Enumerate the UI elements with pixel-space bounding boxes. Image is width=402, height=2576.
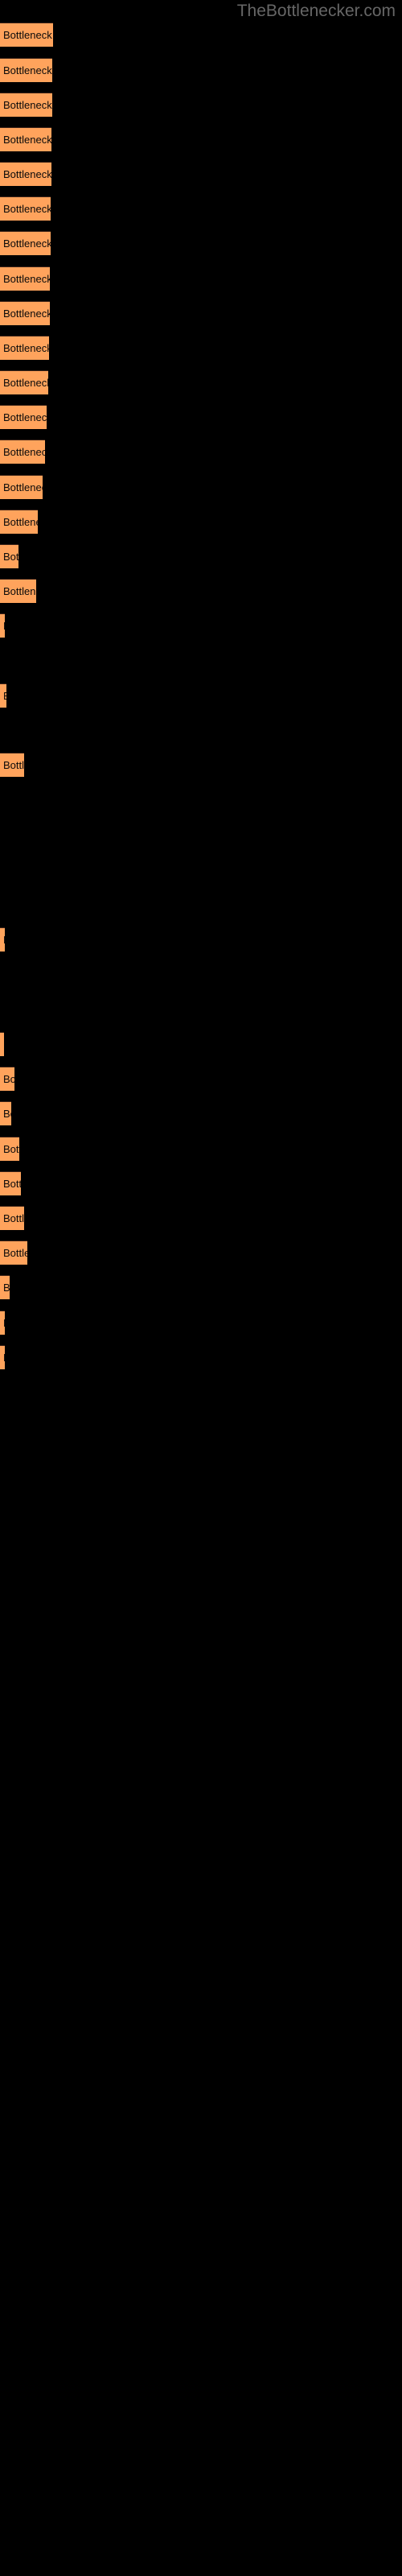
bar-label: Bottleneck result: [3, 585, 36, 597]
bar-12[interactable]: Bottleneck result: [0, 405, 47, 429]
bar-19[interactable]: Bottleneck result: [0, 683, 6, 708]
bar-5[interactable]: Bottleneck result: [0, 162, 51, 186]
bar-label: Bottleneck result: [3, 688, 6, 704]
bar-label: Bottleneck result: [3, 1143, 19, 1155]
bar-label: Bottleneck result: [3, 64, 52, 76]
bar-label: Bottleneck result: [3, 1282, 10, 1294]
bar-10[interactable]: Bottleneck result: [0, 336, 49, 360]
bar-label: Bottleneck result: [3, 273, 50, 285]
chart-page: TheBottlenecker.com Bottleneck resultBot…: [0, 0, 402, 2576]
bar-29[interactable]: Bottleneck result: [0, 1275, 10, 1299]
bar-label: Bottleneck result: [3, 203, 51, 215]
bar-3[interactable]: Bottleneck result: [0, 93, 52, 117]
bar-label: Bottleneck result: [3, 759, 24, 771]
bar-label: Bottleneck result: [3, 446, 45, 458]
bar-label: Bottleneck result: [3, 1350, 5, 1365]
bar-31[interactable]: Bottleneck result: [0, 1345, 5, 1369]
bar-11[interactable]: Bottleneck result: [0, 370, 48, 394]
bar-label: Bottleneck result: [3, 1315, 5, 1331]
bar-15[interactable]: Bottleneck result: [0, 510, 38, 534]
bar-label: Bottleneck result: [3, 377, 48, 389]
bar-13[interactable]: Bottleneck result: [0, 440, 45, 464]
bar-6[interactable]: Bottleneck result: [0, 196, 51, 221]
bar-20[interactable]: Bottleneck result: [0, 753, 24, 777]
bar-8[interactable]: Bottleneck result: [0, 266, 50, 291]
bar-23[interactable]: Bottleneck result: [0, 1067, 14, 1091]
bar-label: Bottleneck result: [3, 551, 18, 563]
bar-2[interactable]: Bottleneck result: [0, 58, 52, 82]
bar-label: Bottleneck result: [3, 308, 50, 320]
bar-label: Bottleneck result: [3, 411, 47, 423]
bar-24[interactable]: Bottleneck result: [0, 1101, 11, 1125]
bar-25[interactable]: Bottleneck result: [0, 1137, 19, 1161]
bar-label: Bottleneck result: [3, 99, 52, 111]
bar-label: Bottleneck result: [3, 1073, 14, 1085]
bar-1[interactable]: Bottleneck result: [0, 23, 53, 47]
bar-4[interactable]: Bottleneck result: [0, 127, 51, 151]
bar-label: Bottleneck result: [3, 516, 38, 528]
bar-label: Bottleneck result: [3, 1247, 27, 1259]
bar-label: Bottleneck result: [3, 618, 5, 634]
bar-27[interactable]: Bottleneck result: [0, 1206, 24, 1230]
bar-30[interactable]: Bottleneck result: [0, 1311, 5, 1335]
bar-label: Bottleneck result: [3, 1212, 24, 1224]
bar-28[interactable]: Bottleneck result: [0, 1241, 27, 1265]
bar-label: Bottleneck result: [3, 1178, 21, 1190]
bar-26[interactable]: Bottleneck result: [0, 1171, 21, 1195]
bar-label: Bottleneck result: [3, 342, 49, 354]
bar-17[interactable]: Bottleneck result: [0, 579, 36, 603]
bar-label: Bottleneck result: [3, 481, 43, 493]
bar-18[interactable]: Bottleneck result: [0, 613, 5, 638]
bar-label: Bottleneck result: [3, 1108, 11, 1120]
bar-label: Bottleneck result: [3, 237, 51, 250]
bar-21[interactable]: Bottleneck result: [0, 927, 5, 952]
bar-label: Bottleneck result: [3, 29, 53, 41]
bar-7[interactable]: Bottleneck result: [0, 231, 51, 255]
bar-label: Bottleneck result: [3, 1037, 4, 1052]
bar-label: Bottleneck result: [3, 168, 51, 180]
bar-14[interactable]: Bottleneck result: [0, 475, 43, 499]
bar-16[interactable]: Bottleneck result: [0, 544, 18, 568]
bar-22[interactable]: Bottleneck result: [0, 1032, 4, 1056]
bar-9[interactable]: Bottleneck result: [0, 301, 50, 325]
bar-label: Bottleneck result: [3, 932, 5, 947]
bar-chart-plot-area: Bottleneck result Bottleneck result Bottle…: [0, 0, 402, 2576]
bar-label: Bottleneck result: [3, 134, 51, 146]
